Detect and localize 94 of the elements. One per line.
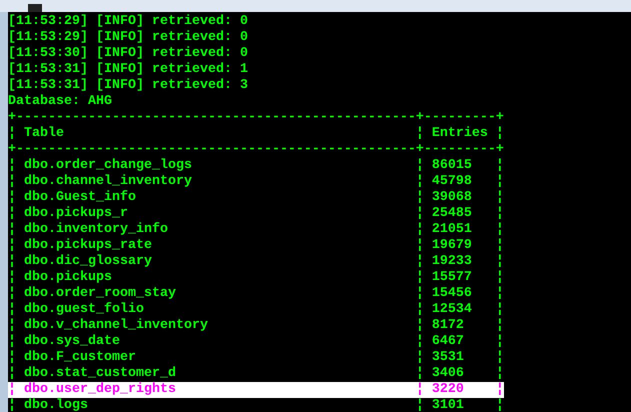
table-cell-text: 3531 <box>432 350 465 366</box>
table-cell-text: 19233 <box>432 254 473 270</box>
column-separator: ¦ <box>416 286 424 301</box>
table-cell-text: 19679 <box>432 238 473 254</box>
column-separator: ¦ <box>416 254 424 269</box>
table-cell-text: 39068 <box>432 190 473 206</box>
table-cell-text: dbo.Guest_info <box>24 190 137 206</box>
column-separator: ¦ <box>8 238 16 253</box>
table-cell-text: 15456 <box>432 286 473 302</box>
column-separator: ¦ <box>8 126 16 141</box>
column-separator: ¦ <box>496 126 504 141</box>
log-line: [11:53:31] [INFO] retrieved: 1 <box>8 62 249 78</box>
table-cell-text: 25485 <box>432 206 473 222</box>
table-cell-text: 3406 <box>432 366 465 382</box>
table-cell-text: 86015 <box>432 158 473 174</box>
column-separator: ¦ <box>416 334 424 349</box>
table-cell-text: dbo.pickups_r <box>24 206 129 222</box>
table-cell-text: 15577 <box>432 270 473 286</box>
column-separator: ¦ <box>496 158 504 173</box>
column-separator: ¦ <box>8 334 16 349</box>
table-cell-text: dbo.channel_inventory <box>24 174 193 190</box>
table-border: +--------------------------------------------------+---------+ <box>8 110 505 126</box>
table-cell-text: dbo.v_channel_inventory <box>24 318 209 334</box>
column-separator: ¦ <box>496 254 504 269</box>
column-separator: ¦ <box>416 350 424 365</box>
column-separator: ¦ <box>416 238 424 253</box>
table-cell-text: 12534 <box>432 302 473 318</box>
table-cell-text: dbo.sys_date <box>24 334 121 350</box>
column-separator: ¦ <box>416 174 424 189</box>
column-separator: ¦ <box>416 206 424 221</box>
log-line: Database: AHG <box>8 94 113 110</box>
column-separator: ¦ <box>8 302 16 317</box>
table-border: +--------------------------------------------------+---------+ <box>8 142 505 158</box>
table-cell-text: dbo.order_change_logs <box>24 158 193 174</box>
column-separator: ¦ <box>416 158 424 173</box>
column-separator: ¦ <box>416 270 424 285</box>
table-cell-text: 45798 <box>432 174 473 190</box>
table-cell-text: dbo.F_customer <box>24 350 137 366</box>
column-separator: ¦ <box>496 270 504 285</box>
column-separator: ¦ <box>416 222 424 237</box>
column-separator: ¦ <box>8 366 16 381</box>
column-separator: ¦ <box>416 190 424 205</box>
table-cell-text: dbo.stat_customer_d <box>24 366 177 382</box>
column-separator: ¦ <box>496 350 504 365</box>
log-line: [11:53:29] [INFO] retrieved: 0 <box>8 30 249 46</box>
column-separator: ¦ <box>496 238 504 253</box>
log-line: [11:53:29] [INFO] retrieved: 0 <box>8 14 249 30</box>
table-cell-text: dbo.pickups_rate <box>24 238 153 254</box>
column-separator: ¦ <box>496 302 504 317</box>
column-separator: ¦ <box>496 318 504 333</box>
column-separator: ¦ <box>496 222 504 237</box>
table-cell-text: 6467 <box>432 334 465 350</box>
column-separator: ¦ <box>416 126 424 141</box>
column-separator: ¦ <box>8 174 16 189</box>
column-separator: ¦ <box>8 382 16 397</box>
table-cell-text: dbo.order_room_stay <box>24 286 177 302</box>
column-separator: ¦ <box>496 286 504 301</box>
log-line: [11:53:31] [INFO] retrieved: 3 <box>8 78 249 94</box>
column-separator: ¦ <box>496 190 504 205</box>
table-cell-text: dbo.logs <box>24 398 89 412</box>
table-cell-text: 3101 <box>432 398 465 412</box>
table-cell-text: dbo.user_dep_rights <box>24 382 177 398</box>
column-separator: ¦ <box>8 222 16 237</box>
column-separator: ¦ <box>8 398 16 412</box>
table-cell-text: dbo.dic_glossary <box>24 254 153 270</box>
column-separator: ¦ <box>416 366 424 381</box>
column-header: Entries <box>432 126 489 142</box>
column-separator: ¦ <box>8 158 16 173</box>
column-separator: ¦ <box>496 398 504 412</box>
column-separator: ¦ <box>8 270 16 285</box>
table-cell-text: dbo.guest_folio <box>24 302 145 318</box>
column-separator: ¦ <box>416 382 424 397</box>
column-separator: ¦ <box>8 206 16 221</box>
table-cell-text: 21051 <box>432 222 473 238</box>
column-separator: ¦ <box>496 206 504 221</box>
column-separator: ¦ <box>8 318 16 333</box>
column-separator: ¦ <box>496 366 504 381</box>
column-separator: ¦ <box>416 302 424 317</box>
column-separator: ¦ <box>496 174 504 189</box>
column-header: Table <box>24 126 65 142</box>
column-separator: ¦ <box>496 334 504 349</box>
column-separator: ¦ <box>8 190 16 205</box>
column-separator: ¦ <box>8 286 16 301</box>
column-separator: ¦ <box>416 398 424 412</box>
table-cell-text: 3220 <box>432 382 465 398</box>
log-line: [11:53:30] [INFO] retrieved: 0 <box>8 46 249 62</box>
column-separator: ¦ <box>8 254 16 269</box>
column-separator: ¦ <box>416 318 424 333</box>
column-separator: ¦ <box>496 382 504 397</box>
table-cell-text: dbo.inventory_info <box>24 222 169 238</box>
column-separator: ¦ <box>8 350 16 365</box>
table-cell-text: dbo.pickups <box>24 270 113 286</box>
table-cell-text: 8172 <box>432 318 465 334</box>
console-icon <box>28 4 42 12</box>
